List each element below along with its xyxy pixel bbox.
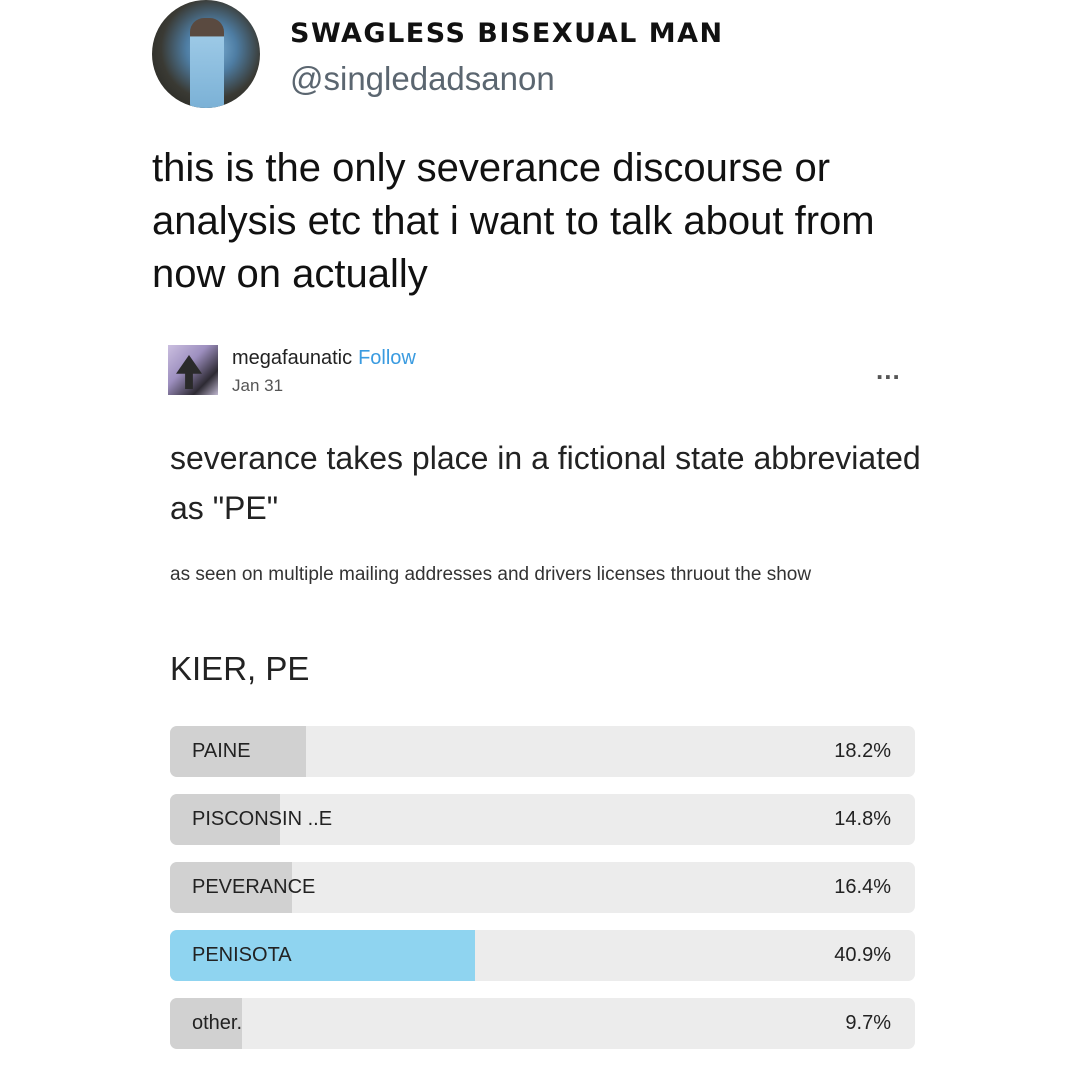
tweet-handle[interactable]: @singledadsanon (290, 60, 555, 98)
tweet-text: this is the only severance discourse or … (152, 146, 875, 296)
poll-question: KIER, PE (170, 650, 310, 687)
tumblr-author-avatar[interactable] (168, 345, 218, 395)
poll-options: PAINE 18.2% PISCONSIN ..E 14.8% PEVERANCE 16.… (170, 726, 915, 1066)
poll-option[interactable]: PEVERANCE 16.4% (170, 862, 915, 913)
poll-option-label: PAINE (192, 740, 251, 762)
poll-option-label: PENISOTA (192, 944, 292, 966)
poll-option-percent: 14.8% (834, 808, 891, 830)
tumblr-post-body: as seen on multiple mailing addresses an… (170, 564, 812, 585)
poll-option[interactable]: PAINE 18.2% (170, 726, 915, 777)
tumblr-post-title: severance takes place in a fictional sta… (170, 440, 921, 526)
poll-option-percent: 18.2% (834, 740, 891, 762)
poll-option-label: other. (192, 1012, 243, 1034)
avatar-figure (190, 18, 224, 108)
more-options-icon[interactable]: ... (876, 355, 901, 386)
poll-option-label: PEVERANCE (192, 876, 316, 898)
follow-button[interactable]: Follow (358, 347, 416, 369)
tree-icon (176, 355, 202, 389)
tweet-author-avatar[interactable] (152, 0, 260, 108)
poll-option-percent: 40.9% (834, 944, 891, 966)
tumblr-username[interactable]: megafaunatic (232, 347, 352, 369)
tumblr-post-date: Jan 31 (232, 376, 284, 395)
poll-option-label: PISCONSIN ..E (192, 808, 333, 830)
poll-option-percent: 16.4% (834, 876, 891, 898)
poll-option[interactable]: PENISOTA 40.9% (170, 930, 915, 981)
poll-option[interactable]: PISCONSIN ..E 14.8% (170, 794, 915, 845)
tumblr-post-header: megafaunatic Follow (232, 347, 416, 370)
poll-option[interactable]: other. 9.7% (170, 998, 915, 1049)
tweet-display-name[interactable]: SWAGLESS BISEXUAL MAN (290, 18, 724, 49)
poll-option-percent: 9.7% (845, 1012, 891, 1034)
